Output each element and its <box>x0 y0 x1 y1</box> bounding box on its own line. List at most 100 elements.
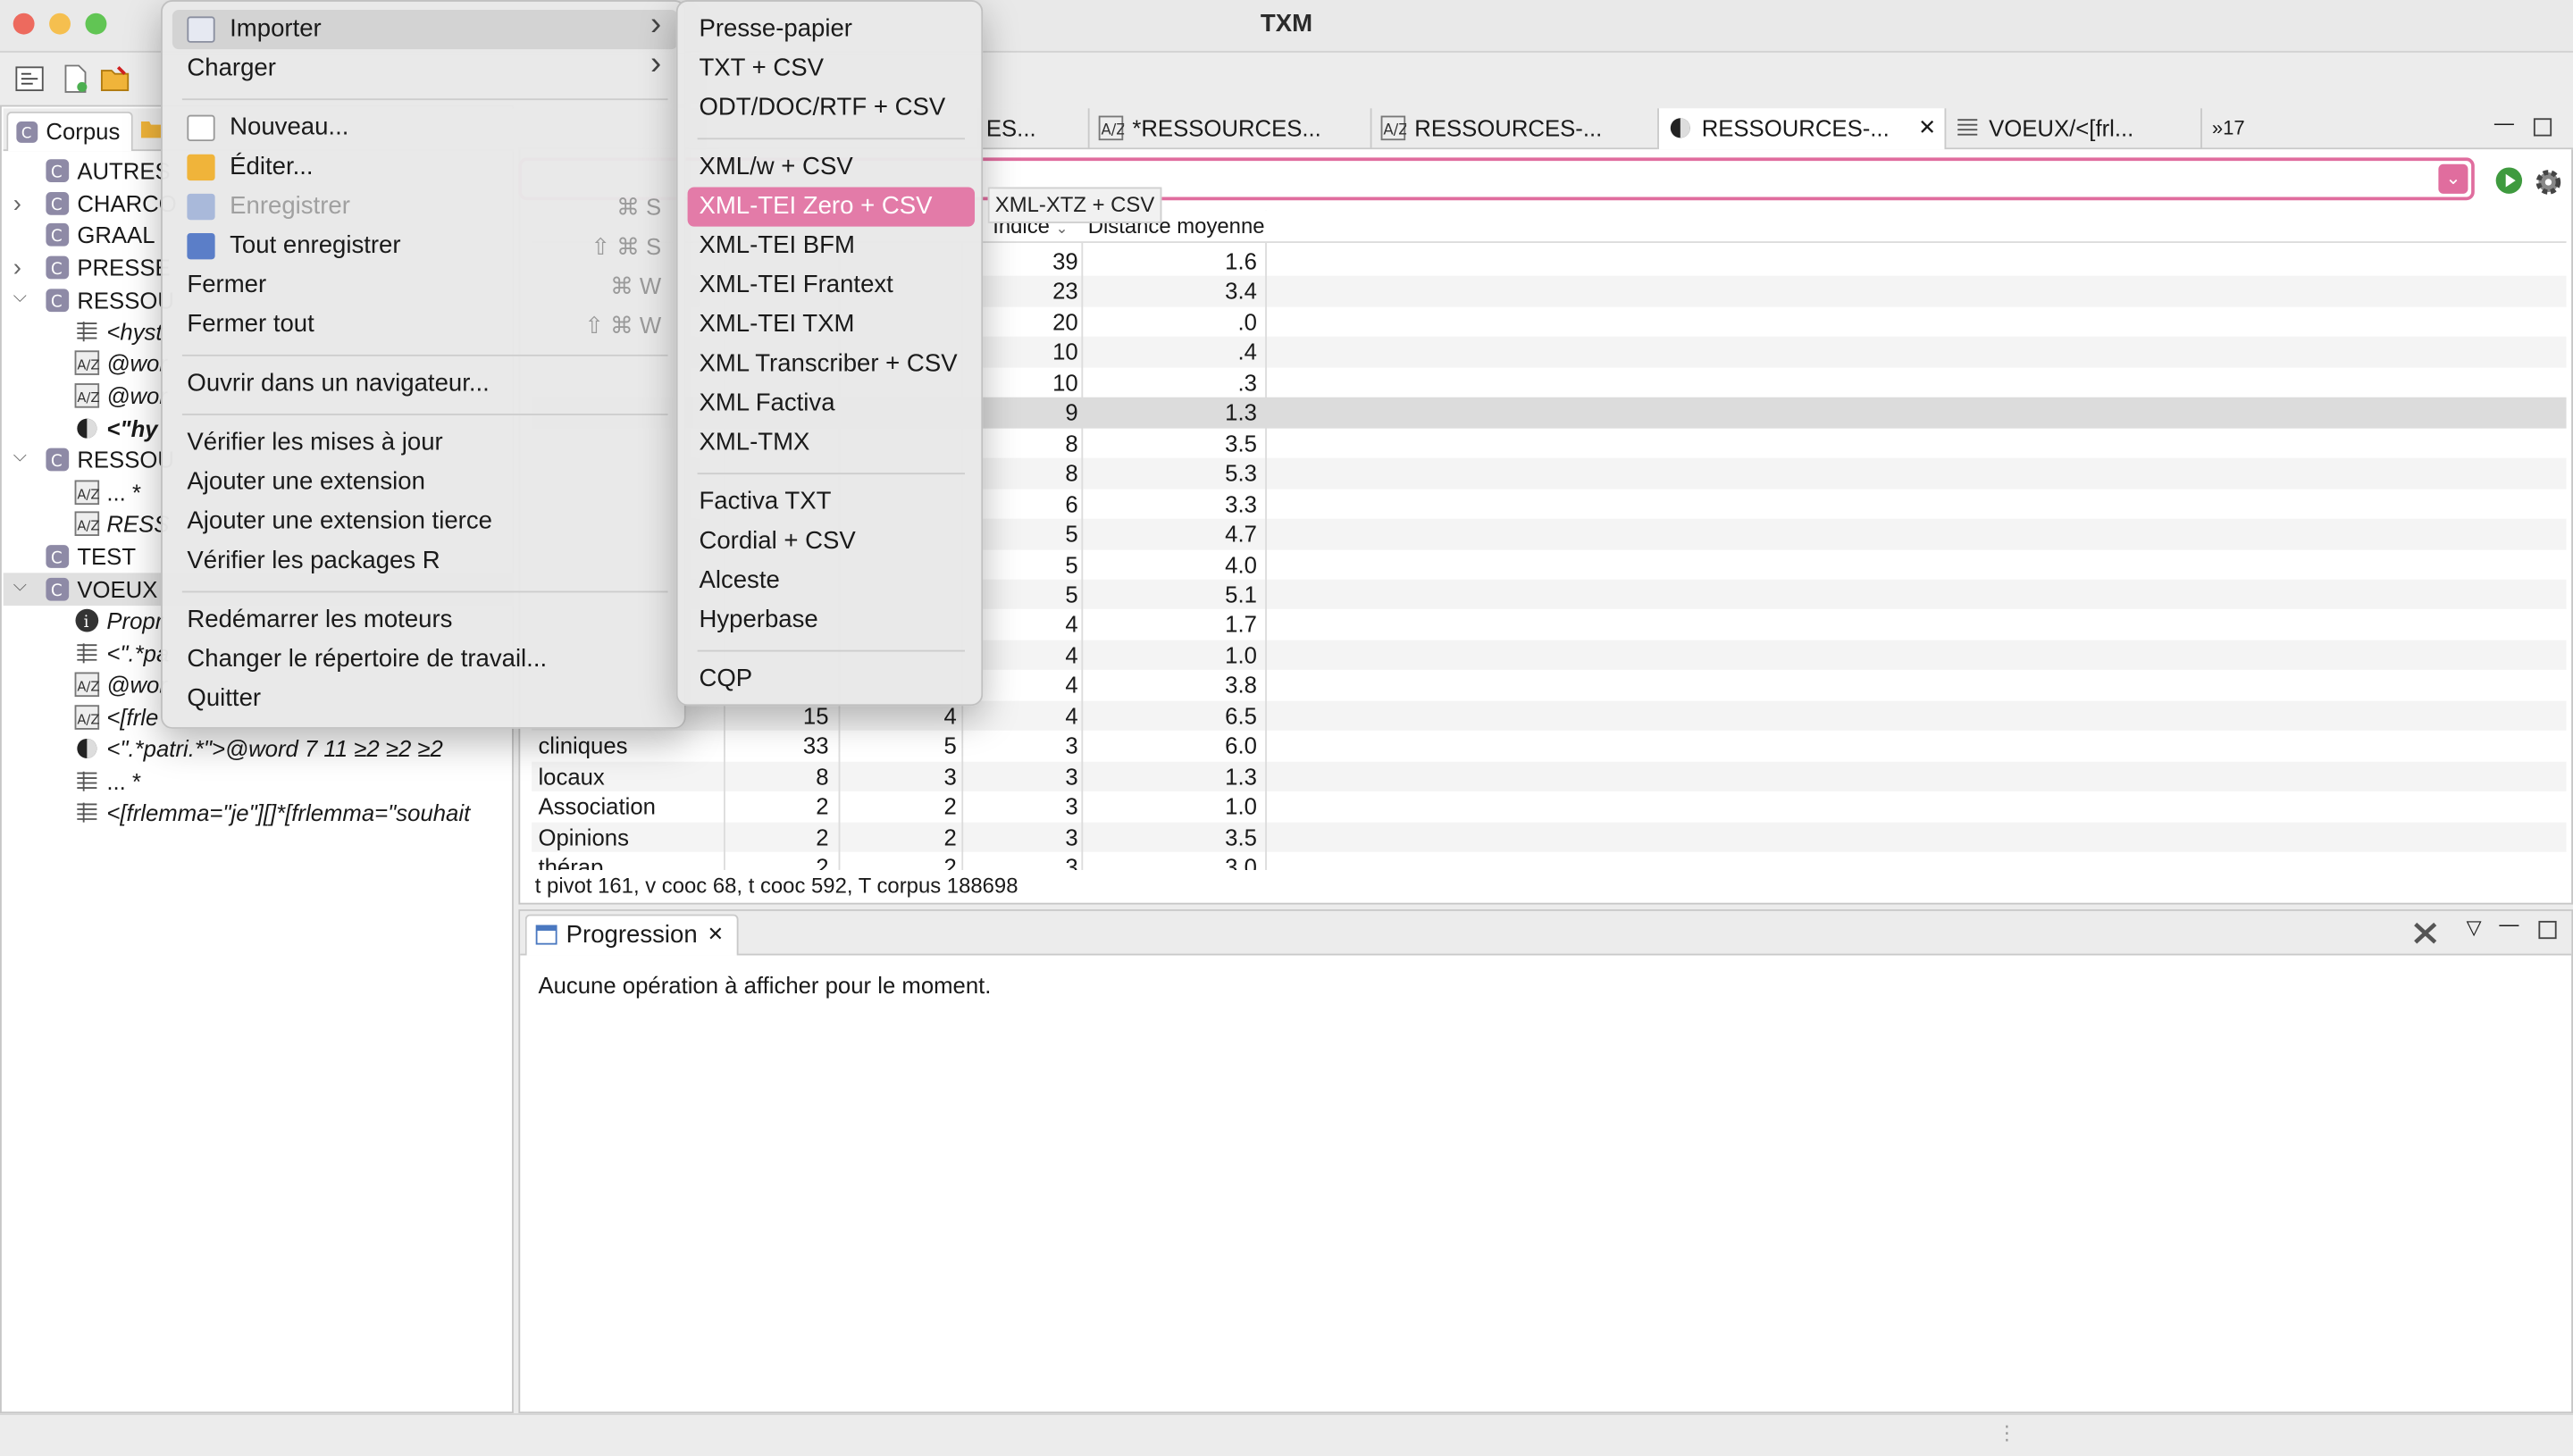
file-menu-item[interactable]: Tout enregistrer ⇧ ⌘ S <box>172 227 678 266</box>
minimize-view-icon[interactable]: — <box>2494 112 2514 135</box>
tree-item[interactable]: @wor <box>106 381 167 412</box>
folder-tab-icon[interactable] <box>139 118 163 139</box>
import-menu-item[interactable]: XML Transcriber + CSV <box>688 345 975 384</box>
tree-item[interactable]: VOEUX <box>77 574 157 606</box>
import-menu-item[interactable]: XML-TEI BFM <box>688 227 975 266</box>
import-menu-item[interactable]: Alceste <box>688 561 975 600</box>
file-menu-item[interactable]: Nouveau... <box>172 108 678 147</box>
file-menu-item[interactable]: Redémarrer les moteurs <box>172 601 678 640</box>
editor-tab-2[interactable]: A/Z *RESSOURCES... <box>1087 108 1370 150</box>
file-menu-item[interactable]: Quitter <box>172 680 678 719</box>
import-menu-item[interactable]: XML-TEI Frantext <box>688 266 975 305</box>
table-row[interactable]: thérap 2 2 3 3.0 <box>532 852 2567 870</box>
table-row[interactable]: Opinions 2 2 3 3.5 <box>532 821 2567 852</box>
file-menu-item[interactable]: Ajouter une extension <box>172 463 678 502</box>
table-cell-a: 2 <box>816 823 829 850</box>
query-history-dropdown-icon[interactable]: ⌄ <box>2438 163 2468 194</box>
index-az-icon: A/Z <box>74 672 99 698</box>
import-menu-item[interactable]: XML/w + CSV <box>688 147 975 187</box>
import-menu-item[interactable]: Factiva TXT <box>688 482 975 522</box>
tree-item[interactable]: <[frle <box>106 703 158 734</box>
import-menu-item[interactable]: ODT/DOC/RTF + CSV <box>688 88 975 128</box>
import-menu-item[interactable]: Hyperbase <box>688 601 975 640</box>
tab-corpus[interactable]: C Corpus <box>6 111 133 152</box>
tree-item[interactable]: <".*patri.*">@word 7 11 ≥2 ≥2 ≥2 <box>106 733 442 765</box>
import-menu-item-label: XML Factiva <box>699 389 835 417</box>
tree-item[interactable]: GRAAL <box>77 220 155 251</box>
settings-gear-icon[interactable] <box>2532 166 2565 199</box>
file-menu-item[interactable]: Importer › <box>172 6 678 50</box>
maximize-view-icon[interactable] <box>2533 118 2552 137</box>
import-menu-item[interactable]: CQP <box>688 660 975 699</box>
run-query-icon[interactable] <box>2494 166 2524 196</box>
perspective-icon[interactable] <box>13 63 46 96</box>
maximize-view-icon[interactable] <box>2538 920 2557 940</box>
new-file-icon[interactable] <box>59 63 92 96</box>
tree-item[interactable]: ... * <box>106 766 141 798</box>
file-menu-item[interactable]: Changer le répertoire de travail... <box>172 640 678 680</box>
tree-item[interactable]: RESSOU <box>77 286 174 317</box>
tab-progression[interactable]: Progression ✕ <box>524 914 739 956</box>
app-screenshot: TXM C Corpus C AUTRES › C CHARCO C GRAAL › C PRES… <box>0 0 2573 1456</box>
file-menu-item[interactable]: Vérifier les mises à jour <box>172 423 678 463</box>
open-folder-icon[interactable] <box>98 63 131 96</box>
import-menu-item-label: XML-TEI Zero + CSV <box>699 192 933 221</box>
expand-arrow-icon[interactable]: › <box>13 255 21 282</box>
close-tab-icon[interactable]: ✕ <box>708 916 724 953</box>
tree-item[interactable]: @wor <box>106 670 167 701</box>
import-menu-item[interactable]: XML-TEI Zero + CSV <box>687 187 976 227</box>
file-menu-item[interactable]: Éditer... <box>172 147 678 187</box>
file-menu-item[interactable]: Ouvrir dans un navigateur... <box>172 364 678 404</box>
tree-item[interactable]: Propr <box>106 606 163 637</box>
corpus-icon: C <box>46 289 70 313</box>
table-cell-d: 3.4 <box>1225 278 1257 305</box>
corpus-icon: C <box>46 577 70 601</box>
editor-tab-1[interactable]: ES... <box>977 108 1088 150</box>
collapse-arrow-icon[interactable]: ⌵ <box>13 447 27 468</box>
expand-arrow-icon[interactable]: › <box>13 190 21 218</box>
view-menu-icon[interactable]: ▽ <box>2467 916 2482 939</box>
table-row[interactable]: locaux 8 3 3 1.3 <box>532 761 2567 792</box>
tree-item[interactable]: <[frlemma="je"][]*[frlemma="souhait <box>106 798 470 829</box>
tree-item[interactable]: RESS <box>106 509 169 540</box>
close-tab-icon[interactable]: ✕ <box>1918 108 1936 147</box>
file-menu-item[interactable]: Fermer tout ⇧ ⌘ W <box>172 305 678 345</box>
tree-item[interactable]: <"hy <box>106 414 157 445</box>
import-menu-item[interactable]: Cordial + CSV <box>688 522 975 561</box>
shortcut-hint: ⇧ ⌘ W <box>584 312 662 339</box>
table-cell-d: 5.1 <box>1225 581 1257 607</box>
editor-tab-5[interactable]: VOEUX/<[frl... <box>1944 108 2201 150</box>
file-menu-item[interactable]: Ajouter une extension tierce <box>172 502 678 541</box>
import-menu-item[interactable]: XML Factiva <box>688 384 975 423</box>
table-row[interactable]: cliniques 33 5 3 6.0 <box>532 731 2567 761</box>
svg-text:A/Z: A/Z <box>77 357 99 372</box>
progress-view-icon <box>535 925 557 945</box>
remove-all-finished-icon[interactable] <box>2410 919 2440 947</box>
tree-item[interactable]: PRESSE <box>77 253 170 284</box>
table-cell-a: 8 <box>816 762 829 790</box>
collapse-arrow-icon[interactable]: ⌵ <box>13 576 27 598</box>
import-menu-item[interactable]: XML-TEI TXM <box>688 305 975 345</box>
editor-tab-4-active[interactable]: RESSOURCES-... ✕ <box>1657 108 1945 150</box>
collapse-arrow-icon[interactable]: ⌵ <box>13 288 27 309</box>
status-bar-handle[interactable]: ⋮ <box>1997 1421 2016 1444</box>
tree-item[interactable]: <hyst <box>106 317 162 348</box>
file-menu-item[interactable]: Vérifier les packages R <box>172 541 678 581</box>
tree-item[interactable]: RESSOU <box>77 445 174 476</box>
table-row[interactable]: Association 2 2 3 1.0 <box>532 791 2567 822</box>
import-menu-item[interactable]: TXT + CSV <box>688 49 975 88</box>
minimize-view-icon[interactable]: — <box>2499 913 2519 936</box>
editor-tab-label: *RESSOURCES... <box>1132 114 1321 142</box>
editor-tab-3[interactable]: A/Z RESSOURCES-... <box>1370 108 1657 150</box>
table-cell-d: 1.3 <box>1225 762 1257 790</box>
file-menu-item[interactable]: Fermer ⌘ W <box>172 266 678 305</box>
tree-item[interactable]: TEST <box>77 541 136 573</box>
tree-item[interactable]: AUTRES <box>77 156 170 188</box>
import-menu-item[interactable]: XML-TMX <box>688 423 975 463</box>
import-menu-item[interactable]: Presse-papier <box>688 10 975 49</box>
more-tabs-button[interactable]: »17 <box>2200 108 2299 150</box>
tree-item[interactable]: ... * <box>106 478 141 509</box>
tree-item[interactable]: <".*pa <box>106 639 169 670</box>
file-menu-item[interactable]: Charger › <box>172 46 678 88</box>
tree-item[interactable]: @wor <box>106 348 167 380</box>
